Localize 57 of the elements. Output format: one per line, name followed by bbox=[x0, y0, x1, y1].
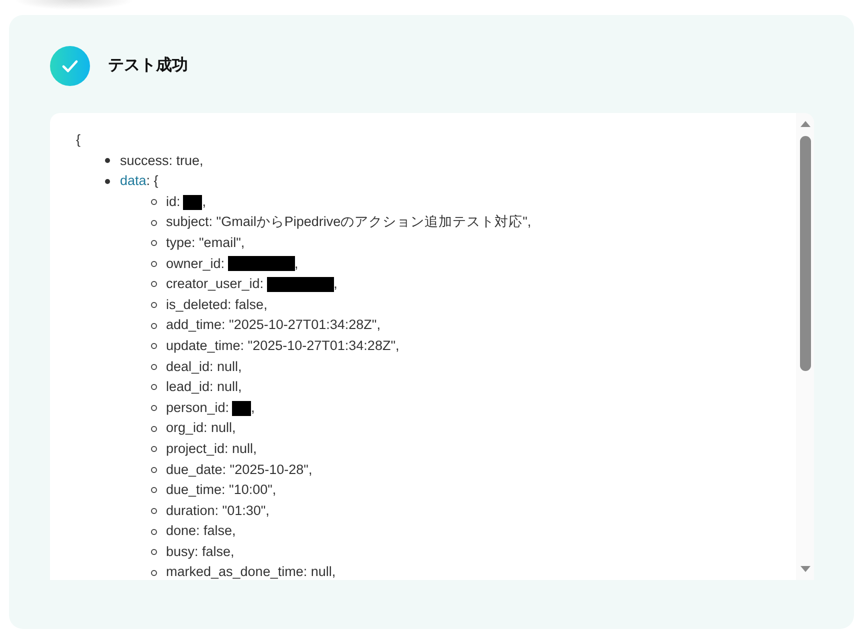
json-line: type: "email", bbox=[166, 234, 245, 252]
json-line: owner_id: bbox=[166, 254, 225, 273]
bullet-icon bbox=[151, 570, 157, 576]
bullet-icon bbox=[151, 322, 157, 329]
bullet-icon bbox=[151, 405, 157, 412]
redaction-block bbox=[266, 276, 334, 292]
bullet-icon bbox=[105, 158, 110, 164]
json-line: subject: "GmailからPipedriveのアクション追加テスト対応", bbox=[166, 213, 532, 232]
json-line: deal_id: null, bbox=[166, 358, 242, 376]
scrollbar[interactable] bbox=[796, 113, 814, 580]
json-line: creator_user_id: bbox=[166, 275, 264, 294]
json-line: add_time: "2025-10-27T01:34:28Z", bbox=[166, 316, 380, 334]
json-line: done: false, bbox=[166, 522, 236, 540]
json-brace: { bbox=[76, 131, 81, 149]
json-line: org_id: null, bbox=[166, 419, 236, 438]
json-line: due_time: "10:00", bbox=[166, 481, 276, 500]
bullet-icon bbox=[151, 528, 157, 535]
json-punctuation: , bbox=[334, 275, 338, 294]
json-line: : { bbox=[146, 172, 158, 190]
bullet-icon bbox=[151, 281, 157, 288]
bullet-icon bbox=[105, 178, 110, 184]
redaction-block bbox=[232, 400, 252, 416]
json-line: duration: "01:30", bbox=[166, 502, 270, 520]
bullet-icon bbox=[151, 549, 157, 556]
panel-title: テスト成功 bbox=[108, 56, 188, 76]
bullet-icon bbox=[151, 384, 157, 390]
json-line: id: bbox=[166, 192, 180, 211]
json-line: is_deleted: false, bbox=[166, 296, 268, 314]
redaction-block bbox=[228, 256, 295, 272]
scroll-down-icon[interactable] bbox=[800, 566, 810, 572]
json-line: update_time: "2025-10-27T01:34:28Z", bbox=[166, 336, 400, 355]
bullet-icon bbox=[151, 466, 157, 473]
bullet-icon bbox=[151, 426, 157, 432]
json-line: success: true, bbox=[120, 152, 204, 170]
bullet-icon bbox=[151, 446, 157, 452]
json-line: busy: false, bbox=[166, 542, 234, 561]
json-line: marked_as_done_time: null, bbox=[166, 563, 336, 580]
json-punctuation: , bbox=[294, 254, 298, 273]
bullet-icon bbox=[151, 220, 157, 226]
json-key-link[interactable]: data bbox=[120, 171, 146, 192]
bullet-icon bbox=[151, 508, 157, 514]
bullet-icon bbox=[151, 364, 157, 370]
bullet-icon bbox=[151, 199, 157, 206]
json-line: lead_id: null, bbox=[166, 378, 242, 396]
scroll-up-icon[interactable] bbox=[800, 121, 810, 127]
bullet-icon bbox=[151, 240, 157, 246]
scrollbar-thumb[interactable] bbox=[800, 136, 810, 371]
json-punctuation: , bbox=[202, 192, 206, 211]
json-line: project_id: null, bbox=[166, 440, 257, 458]
bullet-icon bbox=[151, 260, 157, 267]
bullet-icon bbox=[151, 302, 157, 308]
bullet-icon bbox=[151, 343, 157, 350]
json-line: person_id: bbox=[166, 398, 230, 417]
bullet-icon bbox=[151, 487, 157, 494]
json-line: due_date: "2025-10-28", bbox=[166, 460, 312, 479]
json-punctuation: , bbox=[251, 398, 255, 417]
redaction-block bbox=[183, 194, 202, 210]
